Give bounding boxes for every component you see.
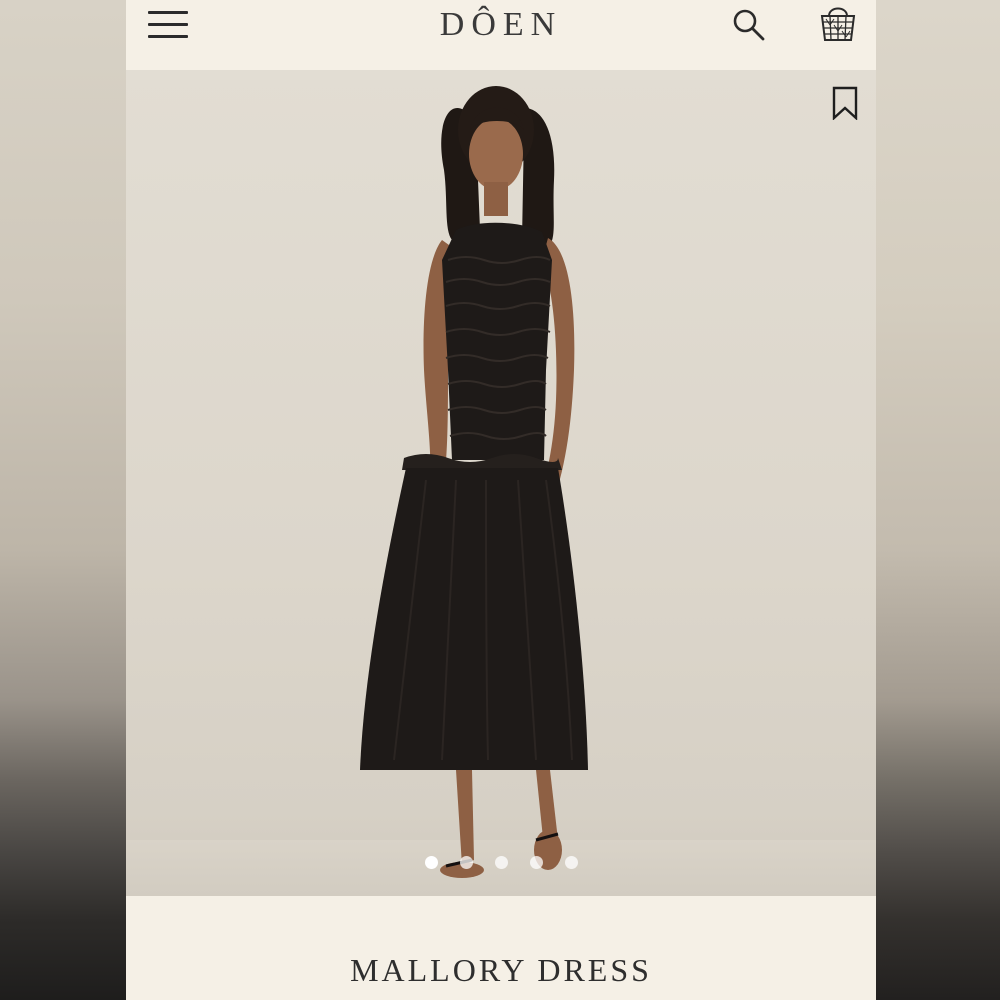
- model-wearing-dress-image: [360, 86, 588, 878]
- site-header: DÔEN: [126, 0, 876, 70]
- carousel-pagination: [126, 856, 876, 869]
- product-image-gallery[interactable]: [126, 70, 876, 896]
- carousel-dot-3[interactable]: [494, 856, 508, 869]
- carousel-dot-4[interactable]: [529, 856, 543, 869]
- carousel-dot-2[interactable]: [459, 856, 473, 869]
- search-icon: [733, 9, 765, 41]
- mobile-page: DÔEN MALLORY DRESS: [126, 0, 876, 1000]
- product-title: MALLORY DRESS: [350, 952, 652, 988]
- brand-logo[interactable]: DÔEN: [440, 6, 562, 43]
- hamburger-menu-icon: [148, 11, 188, 14]
- bookmark-icon: [832, 86, 858, 121]
- product-info: MALLORY DRESS: [126, 896, 876, 1000]
- shopping-basket-icon: [820, 7, 856, 41]
- shopping-bag-button[interactable]: [818, 2, 858, 44]
- bookmark-button[interactable]: [832, 86, 858, 121]
- carousel-dot-1[interactable]: [424, 856, 438, 869]
- search-button[interactable]: [732, 8, 766, 42]
- right-blurred-gutter: [876, 0, 1000, 1000]
- carousel-dot-5[interactable]: [564, 856, 578, 869]
- menu-button[interactable]: [146, 8, 190, 42]
- left-blurred-gutter: [0, 0, 126, 1000]
